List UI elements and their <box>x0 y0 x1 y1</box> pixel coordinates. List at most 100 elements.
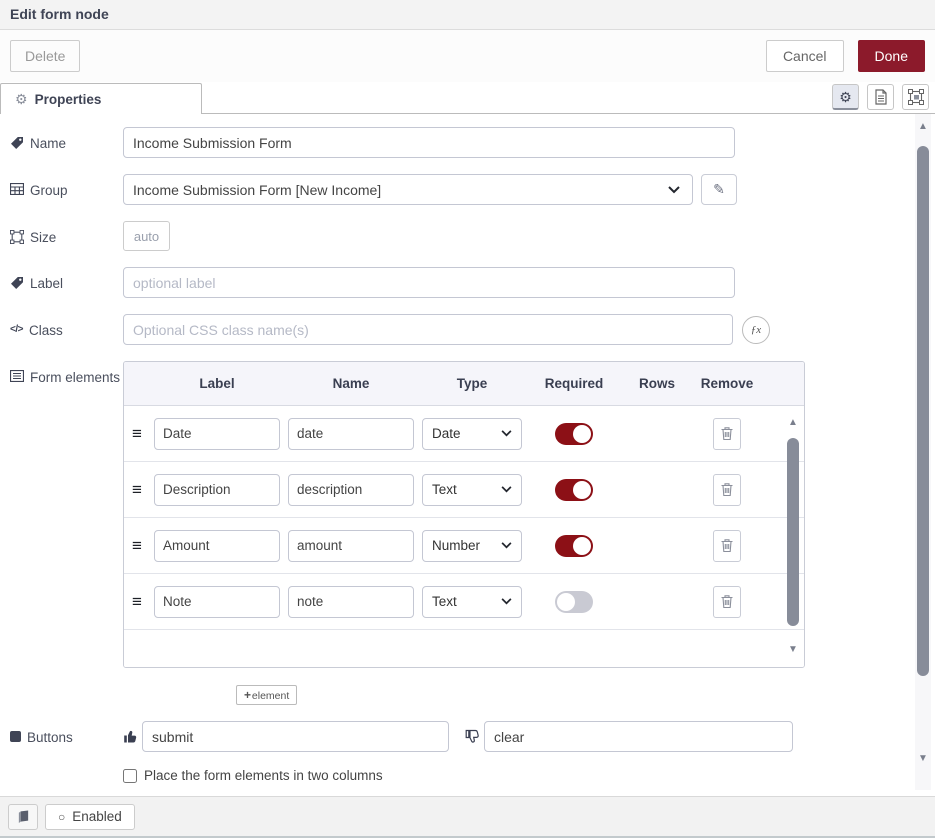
cancel-button[interactable]: Cancel <box>766 40 844 72</box>
form-elements-row: Form elements Label Name Type Required R… <box>10 361 909 705</box>
table-row: ≡ Text <box>124 574 804 630</box>
group-select[interactable]: Income Submission Form [New Income] <box>123 174 693 205</box>
name-label: Name <box>10 127 123 154</box>
size-row: Size auto <box>10 221 909 251</box>
submit-button-label-input[interactable] <box>142 721 449 752</box>
dialog-header: Edit form node <box>0 0 935 30</box>
required-toggle[interactable] <box>555 423 593 445</box>
tab-bar: ⚙ Properties ⚙ <box>0 82 935 114</box>
class-label: </> Class <box>10 314 123 341</box>
book-icon <box>17 810 30 823</box>
tag-icon <box>10 136 24 150</box>
header-type: Type <box>422 376 522 391</box>
size-icon <box>10 230 24 244</box>
drag-handle-icon[interactable]: ≡ <box>132 537 154 554</box>
dialog-toolbar: Delete Cancel Done <box>0 30 935 82</box>
scrollbar-thumb[interactable] <box>787 438 799 626</box>
drag-handle-icon[interactable]: ≡ <box>132 481 154 498</box>
buttons-label: Buttons <box>10 721 123 748</box>
table-row: ≡ Date <box>124 406 804 462</box>
required-toggle[interactable] <box>555 535 593 557</box>
dialog-footer: ○ Enabled <box>0 796 935 836</box>
chevron-down-icon <box>501 486 512 493</box>
elements-table: Label Name Type Required Rows Remove ≡ <box>123 361 805 668</box>
appearance-icon <box>908 89 924 105</box>
element-type-select[interactable]: Date <box>422 418 522 450</box>
scroll-up-arrow[interactable]: ▲ <box>785 418 801 428</box>
element-name-input[interactable] <box>288 586 414 618</box>
scroll-up-arrow[interactable]: ▲ <box>915 122 931 132</box>
description-tab-button[interactable] <box>867 84 894 110</box>
required-toggle[interactable] <box>555 591 593 613</box>
clear-button-label-input[interactable] <box>484 721 793 752</box>
properties-panel: Name Group Income Submission Form [New I… <box>0 114 935 798</box>
element-type-select[interactable]: Text <box>422 474 522 506</box>
scrollbar-thumb[interactable] <box>917 146 929 676</box>
dialog-title: Edit form node <box>10 6 109 22</box>
circle-icon: ○ <box>58 811 65 823</box>
element-name-input[interactable] <box>288 474 414 506</box>
size-auto-button[interactable]: auto <box>123 221 170 251</box>
table-scrollbar: ▲ ▼ <box>785 410 801 663</box>
header-rows: Rows <box>626 376 688 391</box>
trash-icon <box>720 426 734 441</box>
element-name-input[interactable] <box>288 418 414 450</box>
done-button[interactable]: Done <box>858 40 925 72</box>
appearance-tab-button[interactable] <box>902 84 929 110</box>
header-required: Required <box>522 376 626 391</box>
two-columns-row: Place the form elements in two columns <box>123 768 909 783</box>
chevron-down-icon <box>668 186 680 194</box>
chevron-down-icon <box>501 542 512 549</box>
header-label: Label <box>154 376 280 391</box>
element-label-input[interactable] <box>154 586 280 618</box>
size-label: Size <box>10 221 123 248</box>
header-remove: Remove <box>688 376 766 391</box>
two-columns-checkbox[interactable] <box>123 769 137 783</box>
gear-icon: ⚙ <box>15 92 28 106</box>
edit-group-button[interactable]: ✎ <box>701 174 737 205</box>
element-label-input[interactable] <box>154 474 280 506</box>
tab-icon-buttons: ⚙ <box>832 84 929 110</box>
group-row: Group Income Submission Form [New Income… <box>10 174 909 205</box>
square-icon <box>10 731 21 742</box>
pencil-icon: ✎ <box>713 181 725 198</box>
tag-icon <box>10 276 24 290</box>
main-scrollbar: ▲ ▼ <box>915 114 931 790</box>
required-toggle[interactable] <box>555 479 593 501</box>
element-label-input[interactable] <box>154 418 280 450</box>
thumbs-down-icon <box>465 729 480 744</box>
table-row: ≡ Text <box>124 462 804 518</box>
buttons-row: Buttons <box>10 721 909 752</box>
scroll-down-arrow[interactable]: ▼ <box>915 754 931 764</box>
node-help-button[interactable] <box>8 804 38 830</box>
tab-properties[interactable]: ⚙ Properties <box>0 83 202 114</box>
header-name: Name <box>288 376 414 391</box>
label-input[interactable] <box>123 267 735 298</box>
delete-button[interactable]: Delete <box>10 40 80 72</box>
add-element-button[interactable]: + element <box>236 685 297 705</box>
remove-element-button[interactable] <box>713 530 741 562</box>
scroll-down-arrow[interactable]: ▼ <box>785 645 801 655</box>
document-icon <box>874 89 888 105</box>
elements-table-body: ≡ Date <box>124 406 804 667</box>
properties-tab-button[interactable]: ⚙ <box>832 84 859 110</box>
enabled-toggle-button[interactable]: ○ Enabled <box>45 804 135 830</box>
table-icon <box>10 183 24 195</box>
class-input[interactable] <box>123 314 733 345</box>
chevron-down-icon <box>501 598 512 605</box>
element-type-select[interactable]: Text <box>422 586 522 618</box>
gear-icon: ⚙ <box>839 90 852 104</box>
form-elements-label: Form elements <box>10 361 123 388</box>
element-name-input[interactable] <box>288 530 414 562</box>
remove-element-button[interactable] <box>713 474 741 506</box>
label-row: Label <box>10 267 909 298</box>
drag-handle-icon[interactable]: ≡ <box>132 593 154 610</box>
name-input[interactable] <box>123 127 735 158</box>
remove-element-button[interactable] <box>713 586 741 618</box>
drag-handle-icon[interactable]: ≡ <box>132 425 154 442</box>
element-type-select[interactable]: Number <box>422 530 522 562</box>
fx-expression-button[interactable]: ƒx <box>742 316 770 344</box>
code-icon: </> <box>10 323 23 338</box>
remove-element-button[interactable] <box>713 418 741 450</box>
element-label-input[interactable] <box>154 530 280 562</box>
